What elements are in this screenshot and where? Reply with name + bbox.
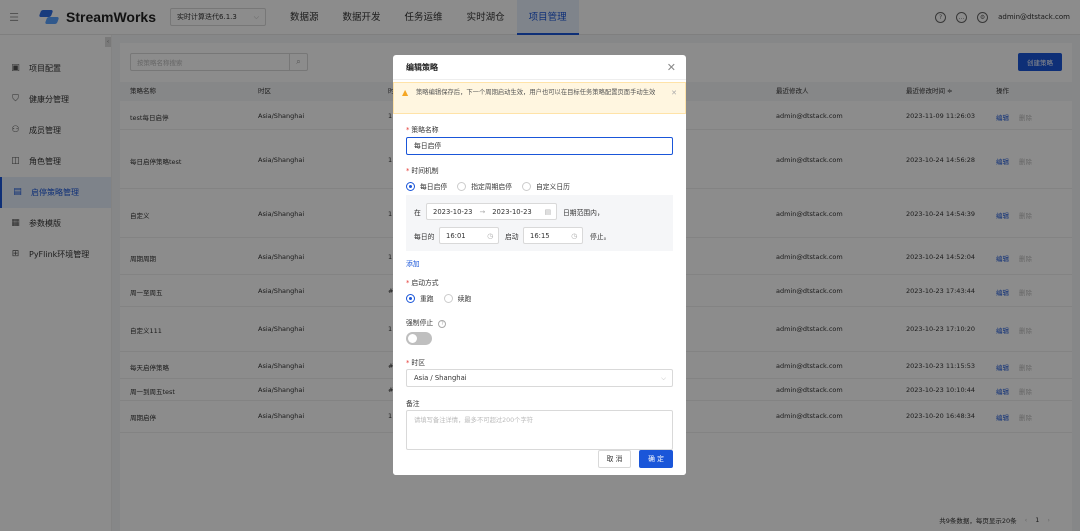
alert-close-icon[interactable]: ✕ — [671, 87, 677, 99]
stop-time-value: 16:15 — [530, 231, 550, 240]
in-label: 在 — [414, 209, 421, 217]
alert-text: 策略编辑保存后，下一个周期启动生效，用户也可以在目标任务策略配置页面手动生效 — [416, 89, 656, 96]
strategy-name-input[interactable]: 每日启停 — [406, 137, 673, 155]
close-icon[interactable]: ✕ — [667, 61, 676, 74]
name-label: * 策略名称 — [406, 126, 439, 134]
stop-label: 停止。 — [590, 233, 611, 241]
cancel-button[interactable]: 取 消 — [598, 450, 631, 468]
date-start: 2023-10-23 — [433, 207, 473, 216]
radio-periodic[interactable]: 指定周期启停 — [457, 181, 512, 191]
date-range-picker[interactable]: 2023-10-23 → 2023-10-23 ▤ — [426, 203, 557, 220]
start-mode-radios: 重跑 续跑 — [406, 293, 471, 303]
timezone-select[interactable]: Asia / Shanghai ⌵ — [406, 369, 673, 387]
radio-resume[interactable]: 续跑 — [443, 293, 471, 303]
stop-time-picker[interactable]: 16:15 ◷ — [523, 227, 583, 244]
start-time-value: 16:01 — [446, 231, 466, 240]
dialog-header: 编辑策略 ✕ — [393, 55, 686, 80]
force-stop-label: 强制停止 ? — [406, 317, 447, 328]
radio-custom-calendar[interactable]: 自定义日历 — [521, 181, 570, 191]
timezone-value: Asia / Shanghai — [414, 374, 467, 382]
clock-icon: ◷ — [487, 231, 493, 240]
force-stop-toggle[interactable] — [406, 332, 432, 345]
start-label: 启动 — [505, 233, 519, 241]
remark-textarea[interactable]: 请填写备注详情，最多不可超过200个字符 — [406, 410, 673, 450]
timezone-label: * 时区 — [406, 359, 425, 367]
edit-strategy-dialog: 编辑策略 ✕ ▲ 策略编辑保存后，下一个周期启动生效，用户也可以在目标任务策略配… — [393, 55, 686, 475]
calendar-icon: ▤ — [544, 207, 551, 216]
arrow-right-icon: → — [479, 207, 486, 216]
time-mechanism-radios: 每日启停 指定周期启停 自定义日历 — [406, 181, 570, 191]
start-mode-label: * 启动方式 — [406, 279, 439, 287]
dialog-footer: 取 消 确 定 — [393, 450, 686, 475]
period-config-box: 在 2023-10-23 → 2023-10-23 ▤ 日期范围内， 每日的 1… — [406, 195, 673, 251]
chevron-down-icon: ⌵ — [661, 374, 666, 382]
daily-label: 每日的 — [414, 233, 435, 241]
start-time-picker[interactable]: 16:01 ◷ — [439, 227, 499, 244]
confirm-button[interactable]: 确 定 — [639, 450, 673, 468]
date-range-suffix: 日期范围内， — [563, 209, 604, 217]
clock-icon: ◷ — [571, 231, 577, 240]
remark-label: 备注 — [406, 400, 420, 408]
warning-icon: ▲ — [402, 88, 409, 97]
dialog-title: 编辑策略 — [406, 62, 438, 72]
warning-alert: ▲ 策略编辑保存后，下一个周期启动生效，用户也可以在目标任务策略配置页面手动生效… — [393, 82, 686, 114]
question-circle-icon[interactable]: ? — [438, 320, 447, 328]
time-mechanism-label: * 时间机制 — [406, 167, 439, 175]
radio-rerun[interactable]: 重跑 — [406, 293, 434, 303]
date-end: 2023-10-23 — [492, 207, 532, 216]
add-period-link[interactable]: 添加 — [406, 258, 420, 268]
radio-daily[interactable]: 每日启停 — [406, 181, 447, 191]
